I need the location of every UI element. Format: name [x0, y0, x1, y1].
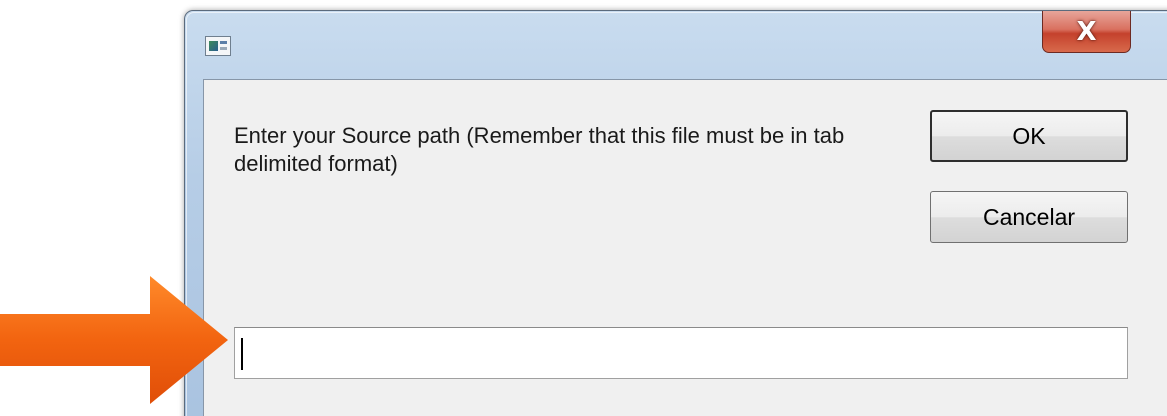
- app-window-icon[interactable]: [205, 36, 231, 56]
- input-dialog-window: X Enter your Source path (Remember that …: [184, 10, 1167, 416]
- arrow-shape: [0, 276, 228, 404]
- close-icon: X: [1076, 16, 1097, 47]
- screenshot-stage: X Enter your Source path (Remember that …: [0, 0, 1167, 416]
- ok-button[interactable]: OK: [930, 110, 1128, 162]
- prompt-text: Enter your Source path (Remember that th…: [234, 123, 845, 176]
- app-icon-line-top: [220, 41, 227, 44]
- text-caret: [241, 338, 243, 370]
- close-button[interactable]: X: [1042, 11, 1131, 53]
- source-path-input[interactable]: [234, 327, 1128, 379]
- app-icon-line-bottom: [220, 47, 227, 50]
- arrow-right-icon: [0, 276, 228, 404]
- cancel-button[interactable]: Cancelar: [930, 191, 1128, 243]
- dialog-client-area: Enter your Source path (Remember that th…: [203, 79, 1167, 416]
- title-bar[interactable]: X: [185, 11, 1167, 79]
- app-icon-image-pane: [209, 41, 218, 51]
